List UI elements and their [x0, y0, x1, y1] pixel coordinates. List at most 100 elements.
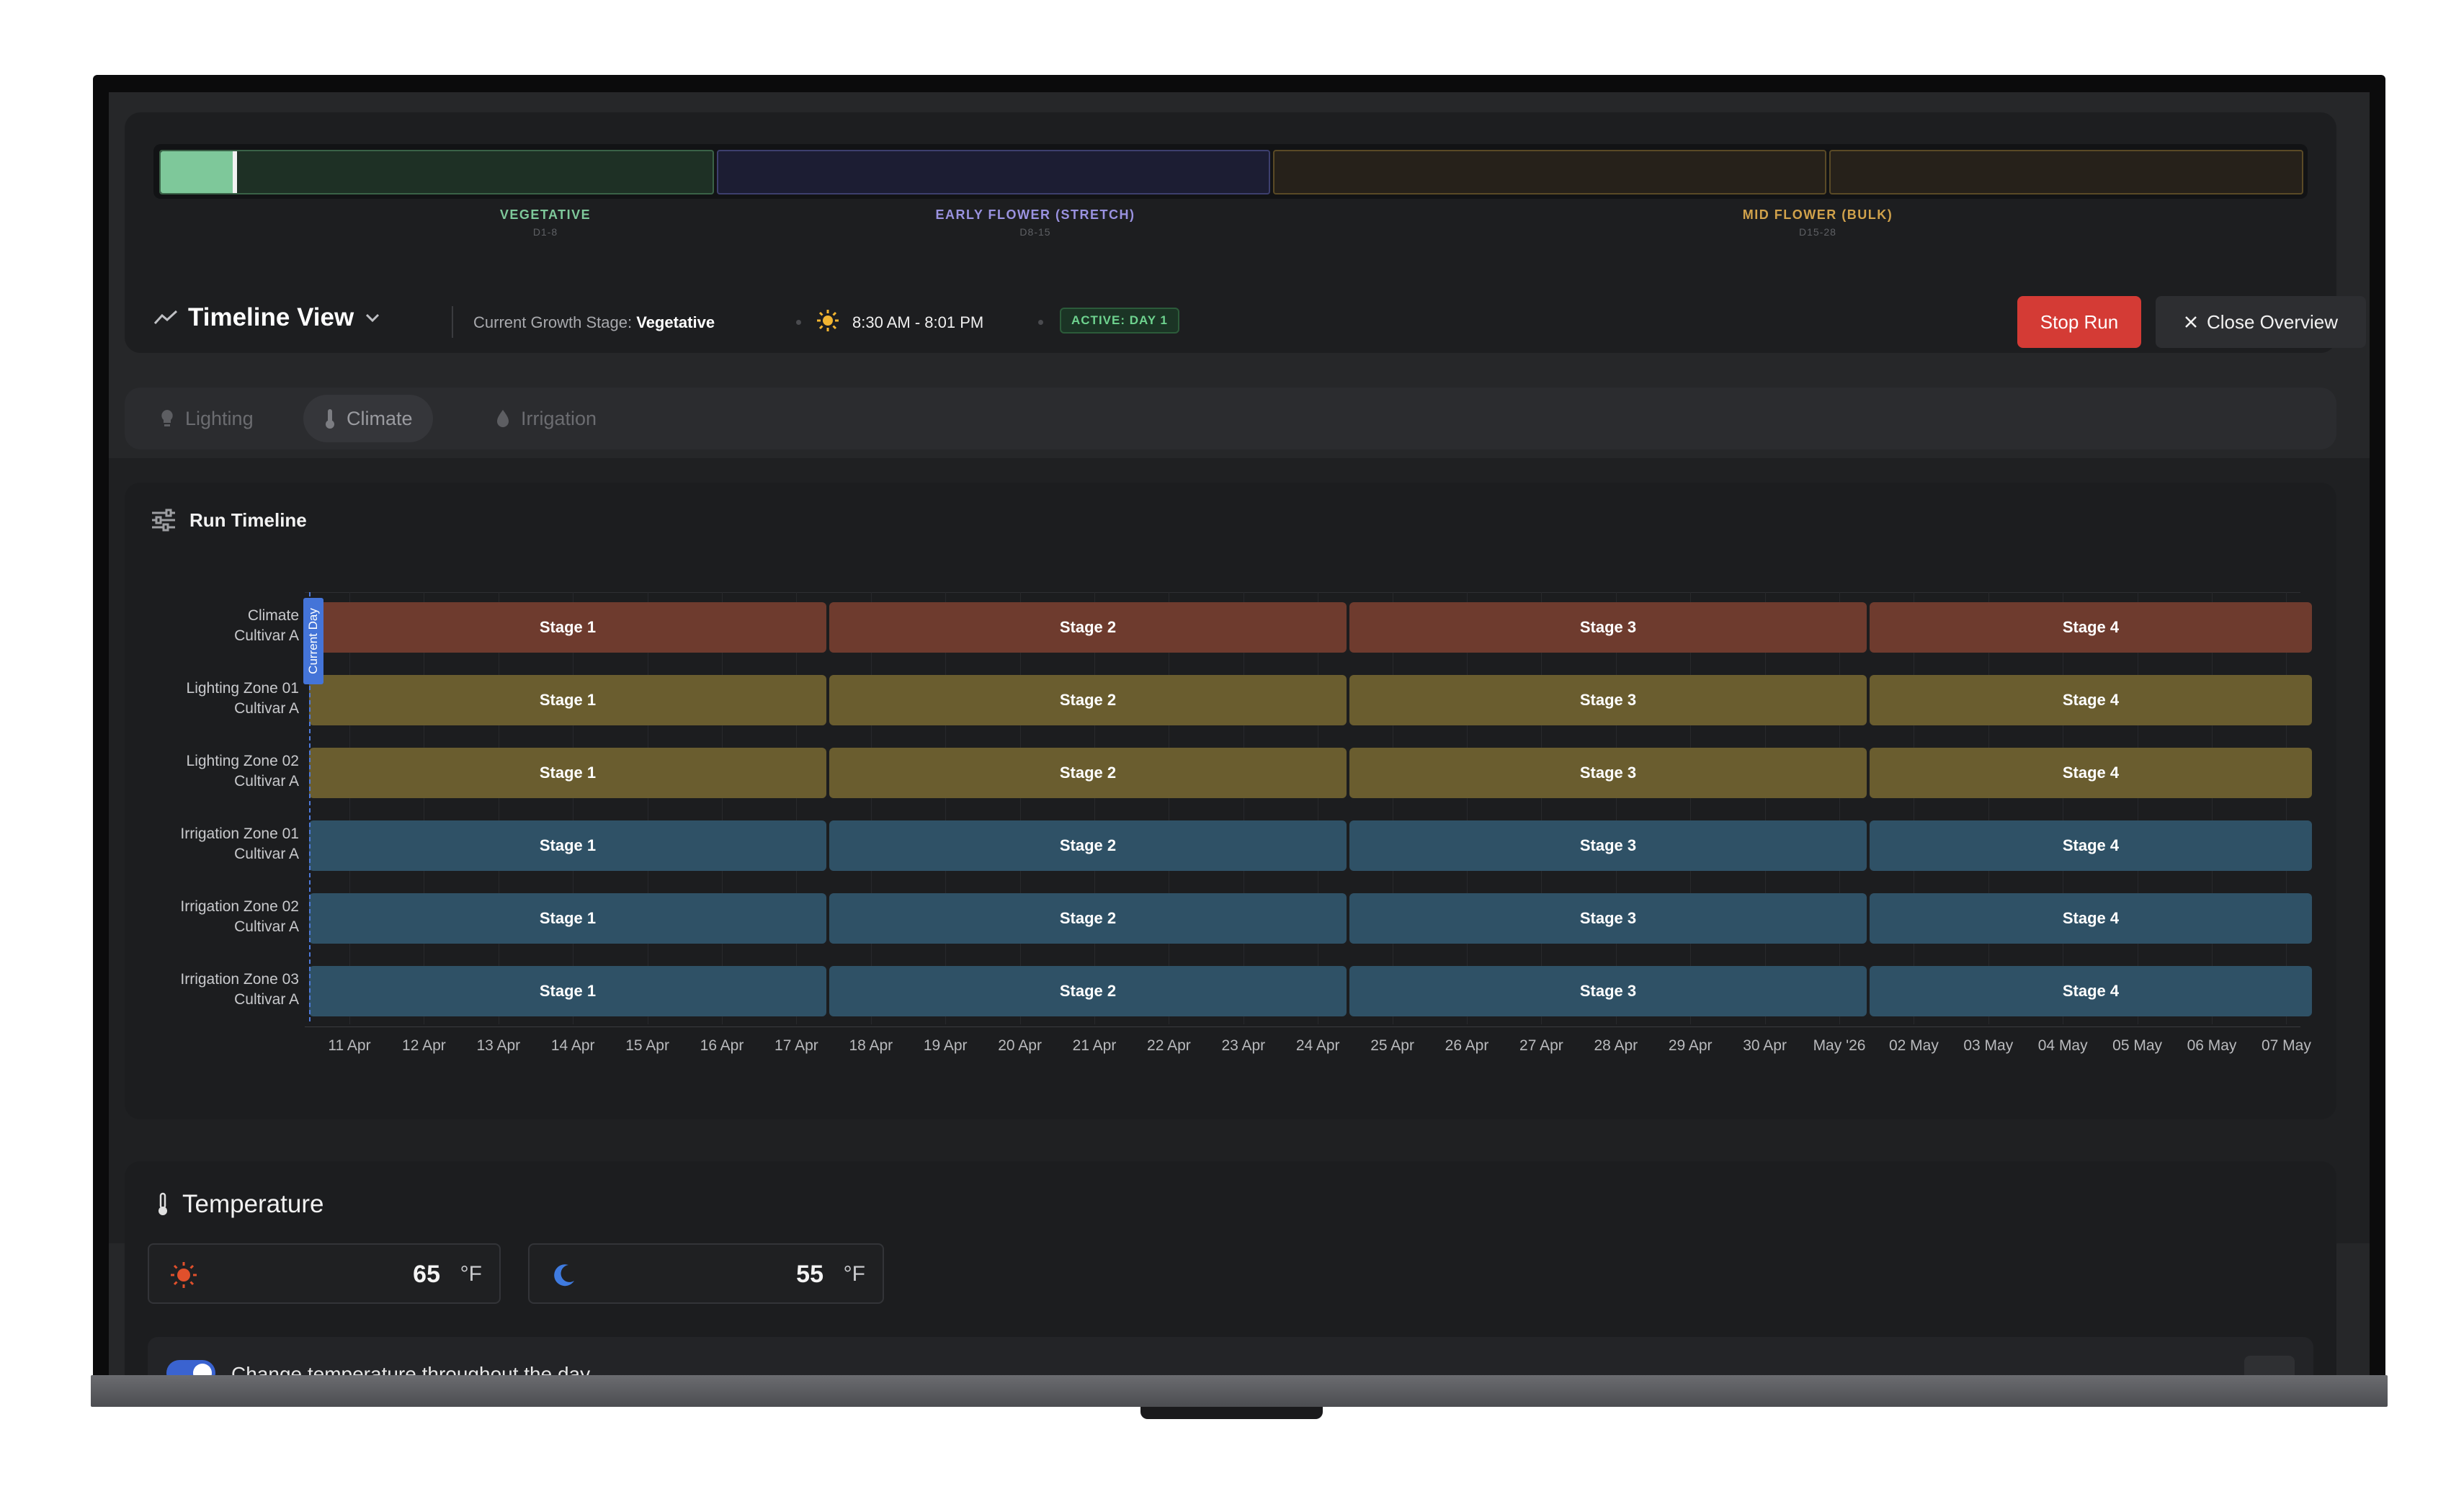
light-schedule: 8:30 AM - 8:01 PM [852, 313, 984, 331]
row-label: Irrigation Zone 03 Cultivar A [146, 970, 299, 1010]
irrigation-stage-bar[interactable]: Stage 4 [1870, 966, 2312, 1016]
row-label-sub: Cultivar A [234, 700, 299, 717]
thermometer-icon [159, 1192, 167, 1215]
add-button[interactable] [2244, 1356, 2295, 1375]
tab-climate[interactable]: Climate [303, 395, 433, 442]
growth-stage-label: Current Growth Stage: [473, 313, 633, 331]
irrigation-stage-bar[interactable]: Stage 1 [309, 966, 826, 1016]
row-label: Climate Cultivar A [146, 606, 299, 646]
current-day-marker[interactable]: Current Day [303, 598, 323, 684]
view-selector[interactable]: Timeline View [153, 303, 381, 332]
progress-marker [232, 151, 237, 193]
grid-line [1615, 592, 1617, 1024]
x-axis-tick: 24 Apr [1295, 1037, 1340, 1054]
x-axis-tick: 29 Apr [1668, 1037, 1713, 1054]
irrigation-stage-bar[interactable]: Stage 1 [309, 820, 826, 871]
x-axis-tick: 14 Apr [550, 1037, 595, 1054]
segment-mid-flower-1 [1273, 150, 1826, 194]
lighting-stage-bar[interactable]: Stage 4 [1870, 748, 2312, 798]
temperature-card: Temperature 65 °F 55 °F Change temperatu… [125, 1161, 2336, 1375]
lighting-stage-bar[interactable]: Stage 1 [309, 675, 826, 725]
x-axis-tick: 28 Apr [1594, 1037, 1638, 1054]
x-axis-tick: 18 Apr [849, 1037, 893, 1054]
day-temperature-unit: °F [460, 1262, 482, 1286]
climate-stage-bar[interactable]: Stage 2 [829, 602, 1347, 653]
run-timeline-header: Run Timeline [151, 509, 307, 532]
sun-icon [171, 1262, 197, 1288]
row-label: Irrigation Zone 01 Cultivar A [146, 824, 299, 864]
stop-run-button[interactable]: Stop Run [2017, 296, 2141, 348]
row-label-name: Irrigation Zone 03 [180, 971, 299, 988]
night-temperature-value: 55 [796, 1261, 823, 1288]
vegetative-range: D1-8 [532, 226, 558, 238]
close-icon [2185, 316, 2197, 328]
row-label-sub: Cultivar A [234, 846, 299, 862]
night-temperature-input[interactable]: 55 °F [528, 1243, 884, 1304]
x-axis-tick: 17 Apr [774, 1037, 818, 1054]
lighting-stage-bar[interactable]: Stage 1 [309, 748, 826, 798]
x-axis-tick: 06 May [2187, 1037, 2237, 1054]
active-day-badge: ACTIVE: DAY 1 [1060, 308, 1179, 334]
toggle-knob [193, 1364, 212, 1375]
climate-stage-bar[interactable]: Stage 3 [1349, 602, 1867, 653]
x-axis-tick: 21 Apr [1072, 1037, 1117, 1054]
tab-irrigation[interactable]: Irrigation [475, 395, 617, 442]
tab-lighting[interactable]: Lighting [139, 395, 274, 442]
day-temperature-value: 65 [413, 1261, 440, 1288]
row-label-sub: Cultivar A [234, 627, 299, 644]
row-label-sub: Cultivar A [234, 773, 299, 789]
x-axis-tick: 22 Apr [1147, 1037, 1191, 1054]
tab-lighting-label: Lighting [185, 407, 254, 429]
irrigation-stage-bar[interactable]: Stage 3 [1349, 820, 1867, 871]
lighting-stage-bar[interactable]: Stage 3 [1349, 675, 1867, 725]
lighting-stage-bar[interactable]: Stage 4 [1870, 675, 2312, 725]
tv-bottom-bar [91, 1375, 2388, 1407]
temperature-variation-toggle[interactable] [166, 1360, 215, 1375]
x-axis-tick: May '26 [1813, 1037, 1866, 1054]
row-label-name: Lighting Zone 01 [186, 680, 299, 697]
x-axis-tick: 11 Apr [328, 1037, 371, 1054]
irrigation-stage-bar[interactable]: Stage 2 [829, 893, 1347, 944]
mid-flower-label: MID FLOWER (BULK) [1742, 207, 1893, 222]
grid-line [1988, 592, 1989, 1024]
screen: VEGETATIVE D1-8 EARLY FLOWER (STRETCH) D… [109, 92, 2370, 1375]
mid-flower-range: D15-28 [1799, 226, 1836, 238]
run-timeline-card: Run Timeline Climate Cultivar A Lighting Z… [125, 483, 2336, 1119]
lighting-stage-bar[interactable]: Stage 2 [829, 748, 1347, 798]
temperature-variation-label: Change temperature throughout the day [231, 1363, 591, 1375]
grid-line [1019, 592, 1021, 1024]
growth-stage-info: Current Growth Stage: Vegetative [473, 313, 715, 332]
grid-line [1764, 592, 1766, 1024]
x-axis-tick: 12 Apr [402, 1037, 446, 1054]
grid-top-line [305, 592, 2300, 593]
x-axis-tick: 15 Apr [625, 1037, 669, 1054]
x-axis-tick: 27 Apr [1519, 1037, 1563, 1054]
climate-stage-bar[interactable]: Stage 4 [1870, 602, 2312, 653]
irrigation-stage-bar[interactable]: Stage 4 [1870, 893, 2312, 944]
close-overview-button[interactable]: Close Overview [2156, 296, 2366, 348]
early-flower-range: D8-15 [1019, 226, 1051, 238]
early-flower-label: EARLY FLOWER (STRETCH) [935, 207, 1135, 222]
tab-climate-label: Climate [347, 407, 413, 429]
grid-line [2212, 592, 2213, 1024]
grid-line [945, 592, 947, 1024]
irrigation-stage-bar[interactable]: Stage 4 [1870, 820, 2312, 871]
grid-line [722, 592, 723, 1024]
header-card: VEGETATIVE D1-8 EARLY FLOWER (STRETCH) D… [125, 112, 2366, 353]
irrigation-stage-bar[interactable]: Stage 1 [309, 893, 826, 944]
irrigation-stage-bar[interactable]: Stage 2 [829, 820, 1347, 871]
lighting-stage-bar[interactable]: Stage 2 [829, 675, 1347, 725]
day-temperature-input[interactable]: 65 °F [148, 1243, 501, 1304]
irrigation-stage-bar[interactable]: Stage 2 [829, 966, 1347, 1016]
x-axis-tick: 16 Apr [700, 1037, 744, 1054]
header-divider [452, 306, 453, 338]
separator-dot [796, 320, 801, 325]
close-overview-label: Close Overview [2206, 310, 2339, 333]
lighting-stage-bar[interactable]: Stage 3 [1349, 748, 1867, 798]
vegetative-label: VEGETATIVE [499, 207, 591, 222]
chevron-down-icon [366, 313, 380, 323]
climate-stage-bar[interactable]: Stage 1 [309, 602, 826, 653]
irrigation-stage-bar[interactable]: Stage 3 [1349, 966, 1867, 1016]
grid-line [1094, 592, 1095, 1024]
irrigation-stage-bar[interactable]: Stage 3 [1349, 893, 1867, 944]
